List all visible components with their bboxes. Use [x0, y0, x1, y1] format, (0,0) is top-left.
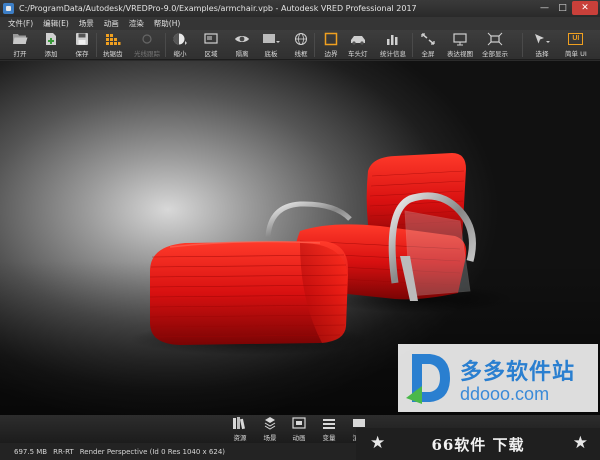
dock-animation-button[interactable]: 动画	[290, 416, 308, 442]
save-label: 保存	[75, 50, 89, 58]
scene-tree-icon	[261, 416, 279, 430]
region-frame-icon	[202, 31, 220, 46]
menu-render[interactable]: 渲染	[129, 18, 144, 29]
download-banner: ★ 66软件 下载 ★	[356, 428, 600, 460]
backplate-label: 底板	[264, 50, 278, 58]
add-button[interactable]: 添加	[42, 31, 60, 59]
dock-scene-label: 场景	[263, 434, 277, 442]
menu-edit[interactable]: 编辑(E)	[43, 18, 69, 29]
raytrace-button[interactable]: 光线跟踪	[134, 31, 160, 59]
isolate-label: 隔离	[235, 50, 249, 58]
add-label: 添加	[44, 50, 58, 58]
select-button[interactable]: 选择	[533, 31, 551, 59]
dock-scene-button[interactable]: 场景	[261, 416, 279, 442]
show-all-icon	[486, 31, 504, 46]
backplate-icon	[262, 31, 280, 46]
isolate-button[interactable]: 隔离	[233, 31, 251, 59]
watermark-panel: 多多软件站 ddooo.com	[398, 344, 598, 412]
variants-icon	[320, 416, 338, 430]
select-cursor-icon	[533, 31, 551, 46]
star-icon: ★	[370, 433, 386, 453]
open-label: 打开	[13, 50, 27, 58]
film-icon	[290, 416, 308, 430]
vred-app-icon	[3, 3, 14, 14]
simple-ui-button[interactable]: UI 简单 UI	[565, 31, 587, 59]
dock-assets-button[interactable]: 资源	[231, 416, 249, 442]
window-title: C:/ProgramData/Autodesk/VREDPro-9.0/Exam…	[19, 4, 417, 13]
bounds-button[interactable]: 边界	[322, 31, 340, 59]
window-controls: — □ ✕	[536, 1, 598, 15]
watermark-domain: ddooo.com	[460, 384, 550, 404]
presentation-label: 表达视图	[447, 50, 473, 58]
books-icon	[231, 416, 249, 430]
fullscreen-arrows-icon	[419, 31, 437, 46]
region-label: 区域	[204, 50, 218, 58]
half-circle-icon	[171, 31, 189, 46]
status-memory: 697.5 MB	[14, 447, 48, 456]
bounds-box-icon	[322, 31, 340, 46]
maximize-button[interactable]: □	[554, 1, 571, 15]
show-all-label: 全部显示	[482, 50, 508, 58]
minimize-button[interactable]: —	[536, 1, 553, 15]
zoom-out-button[interactable]: 缩小	[171, 31, 189, 59]
save-button[interactable]: 保存	[73, 31, 91, 59]
floppy-disk-icon	[73, 31, 91, 46]
dock-animation-label: 动画	[292, 434, 306, 442]
isolate-eye-icon	[233, 31, 251, 46]
add-file-icon	[42, 31, 60, 46]
toolbar-separator	[412, 33, 413, 57]
raytrace-icon	[138, 31, 156, 46]
headlight-icon	[349, 31, 367, 46]
bounds-label: 边界	[324, 50, 338, 58]
statistics-label: 统计信息	[380, 50, 406, 58]
wireframe-button[interactable]: 线框	[292, 31, 310, 59]
toolbar-separator	[96, 33, 97, 57]
antialias-grid-icon	[104, 31, 122, 46]
toolbar-separator	[165, 33, 166, 57]
toolbar-separator	[522, 33, 523, 57]
watermark-name: 多多软件站	[460, 360, 576, 385]
dock-variants-button[interactable]: 变量	[320, 416, 338, 442]
menu-scene[interactable]: 场景	[79, 18, 94, 29]
headlight-button[interactable]: 车头灯	[348, 31, 368, 59]
antialias-button[interactable]: 抗锯齿	[103, 31, 123, 59]
fullscreen-button[interactable]: 全屏	[419, 31, 437, 59]
raytrace-label: 光线跟踪	[134, 50, 160, 58]
headlight-label: 车头灯	[348, 50, 368, 58]
open-button[interactable]: 打开	[11, 31, 29, 59]
wireframe-globe-icon	[292, 31, 310, 46]
wireframe-label: 线框	[294, 50, 308, 58]
zoom-out-label: 缩小	[173, 50, 187, 58]
star-icon: ★	[572, 433, 588, 453]
toolbar-separator	[314, 33, 315, 57]
ui-badge: UI	[568, 32, 584, 45]
menu-help[interactable]: 帮助(H)	[154, 18, 181, 29]
presentation-screen-icon	[451, 31, 469, 46]
statistics-button[interactable]: 统计信息	[380, 31, 406, 59]
fullscreen-label: 全屏	[421, 50, 435, 58]
antialias-label: 抗锯齿	[103, 50, 123, 58]
menu-animation[interactable]: 动画	[104, 18, 119, 29]
watermark-d-logo-icon	[406, 354, 450, 404]
dock-variants-label: 变量	[322, 434, 336, 442]
bar-chart-icon	[384, 31, 402, 46]
folder-open-icon	[11, 31, 29, 46]
status-render-info: Render Perspective (Id 0 Res 1040 x 624)	[79, 447, 225, 456]
title-bar: C:/ProgramData/Autodesk/VREDPro-9.0/Exam…	[0, 0, 600, 17]
backplate-button[interactable]: 底板	[262, 31, 280, 59]
simple-ui-label: 简单 UI	[565, 50, 587, 58]
presentation-button[interactable]: 表达视图	[447, 31, 473, 59]
show-all-button[interactable]: 全部显示	[482, 31, 508, 59]
banner-text: 66软件 下载	[431, 435, 525, 454]
status-mode: RR-RT	[53, 447, 74, 456]
dock-assets-label: 资源	[233, 434, 247, 442]
close-button[interactable]: ✕	[572, 1, 598, 15]
select-label: 选择	[535, 50, 549, 58]
region-button[interactable]: 区域	[202, 31, 220, 59]
menu-bar: 文件(F) 编辑(E) 场景 动画 渲染 帮助(H)	[0, 17, 600, 30]
ui-badge-icon: UI	[567, 31, 585, 46]
main-toolbar: 打开 添加 保存 抗锯齿 光线跟踪 缩小 区域 隔离 底板 线框 边界 车头灯 …	[0, 30, 600, 60]
menu-file[interactable]: 文件(F)	[8, 18, 33, 29]
